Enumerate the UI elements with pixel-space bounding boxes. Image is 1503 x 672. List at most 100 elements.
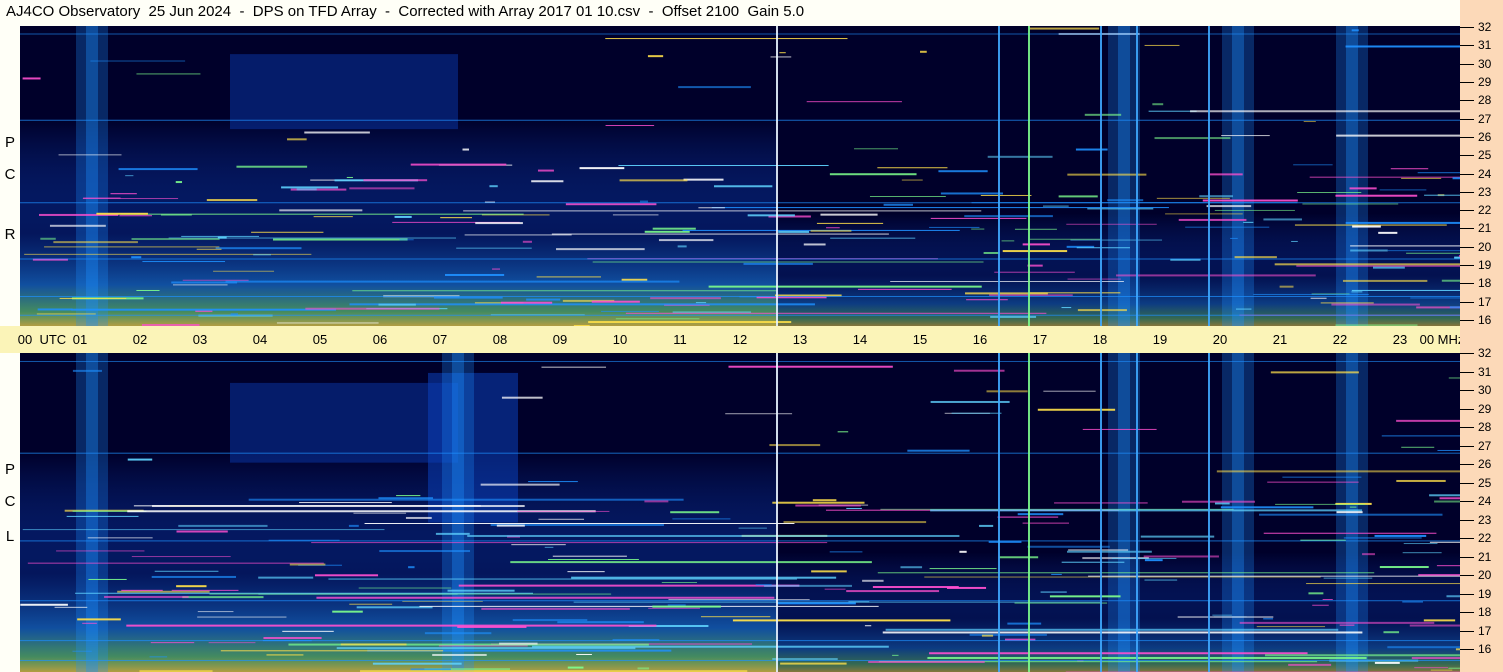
rfi-streak (1372, 266, 1405, 269)
rfi-streak (1112, 557, 1177, 559)
rfi-streak (83, 197, 121, 199)
rfi-streak (565, 203, 657, 206)
rfi-streak (59, 297, 127, 299)
rfi-streak (127, 458, 153, 461)
rfi-streak (670, 511, 720, 514)
rfi-streak (612, 214, 659, 216)
rfi-streak (1396, 479, 1446, 482)
mhz-tick-label: 29 (1478, 401, 1492, 416)
rfi-streak (399, 239, 414, 241)
rfi-streak (49, 224, 106, 227)
rfi-streak (1320, 302, 1374, 304)
rfi-streak (410, 668, 451, 671)
rfi-streak (462, 148, 470, 151)
rfi-streak (588, 321, 792, 324)
rfi-streak (747, 214, 795, 217)
rfi-streak (1263, 218, 1302, 221)
rfi-streak (637, 667, 650, 670)
rfi-streak (213, 270, 275, 272)
rfi-streak (1214, 502, 1230, 505)
rfi-streak (480, 483, 560, 486)
rfi-streak (872, 586, 959, 589)
rfi-streak (556, 248, 645, 251)
mhz-tick (1460, 118, 1474, 120)
rfi-streak (1077, 309, 1127, 312)
lcp-spectrogram-plot (20, 353, 1460, 672)
rfi-streak (1206, 205, 1252, 208)
rfi-streak (537, 169, 554, 172)
rfi-streak (1263, 618, 1274, 620)
rfi-streak (176, 530, 228, 533)
rfi-streak (1414, 667, 1448, 669)
rfi-streak (541, 366, 607, 368)
rfi-streak (136, 289, 160, 291)
rfi-streak (1067, 173, 1147, 176)
rfi-streak (892, 654, 899, 656)
rfi-streak (217, 236, 227, 239)
rfi-streak (313, 216, 353, 218)
rfi-streak (683, 178, 724, 181)
rfi-streak (770, 56, 792, 58)
rfi-streak (1212, 614, 1232, 616)
rfi-streak (90, 60, 186, 62)
rfi-streak (1406, 252, 1460, 254)
rfi-streak (489, 185, 498, 188)
rfi-streak (133, 505, 481, 507)
rfi-streak (672, 311, 752, 313)
rfi-streak (1234, 256, 1277, 259)
rfi-streak (1042, 205, 1069, 207)
rfi-streak (1437, 449, 1460, 451)
rfi-streak (82, 622, 97, 624)
rfi-streak (743, 262, 813, 265)
vertical-interference-line (1208, 353, 1210, 672)
broadband-column-core (1232, 26, 1244, 326)
rfi-streak (1061, 561, 1125, 563)
rfi-streak (829, 173, 917, 176)
rfi-streak (966, 299, 1008, 301)
mhz-tick-label: 21 (1478, 221, 1492, 236)
ionospheric-glow (230, 54, 458, 130)
rfi-streak (755, 584, 772, 586)
rfi-streak (1446, 595, 1460, 598)
utc-tick-label: 00 UTC (17, 332, 67, 347)
rfi-streak (1185, 226, 1270, 228)
mhz-tick (1460, 556, 1474, 558)
rfi-streak (816, 222, 884, 224)
persistent-carrier (20, 540, 1460, 542)
rfi-streak (1230, 237, 1238, 239)
rcp-frequency-axis: 32 31 30 29 28 27 26 25 24 23 22 21 20 19 18 17 16 (1460, 0, 1503, 327)
rfi-streak (142, 261, 226, 263)
rfi-streak (405, 516, 432, 519)
mhz-tick (1460, 173, 1474, 175)
rfi-streak (1379, 566, 1429, 569)
rfi-streak (40, 237, 56, 240)
rfi-streak (940, 192, 1003, 195)
mhz-tick-label: 20 (1478, 239, 1492, 254)
rfi-streak (708, 285, 982, 288)
rfi-streak (296, 188, 317, 191)
rfi-streak (1027, 545, 1110, 548)
rfi-streak (1387, 250, 1460, 252)
rfi-streak (803, 243, 826, 246)
utc-tick-label: 21 (1272, 332, 1288, 347)
rfi-streak (258, 576, 314, 579)
rfi-streak (848, 601, 870, 603)
vertical-interference-line (776, 353, 778, 672)
rfi-streak (182, 279, 249, 281)
rfi-streak (1308, 592, 1324, 595)
rfi-streak (1402, 601, 1424, 603)
vertical-interference-line (1028, 353, 1030, 672)
rfi-streak (1336, 134, 1460, 137)
rfi-streak (605, 125, 655, 127)
rfi-streak (946, 586, 987, 589)
rfi-streak (197, 611, 234, 613)
rfi-streak (1381, 435, 1460, 437)
rfi-streak (531, 180, 564, 183)
mhz-tick-label: 26 (1478, 457, 1492, 471)
rfi-streak (698, 207, 725, 209)
rfi-streak (72, 369, 102, 372)
rfi-streak (1439, 497, 1460, 500)
rfi-streak (900, 566, 923, 569)
rfi-streak (463, 210, 982, 212)
rfi-streak (1449, 306, 1460, 309)
